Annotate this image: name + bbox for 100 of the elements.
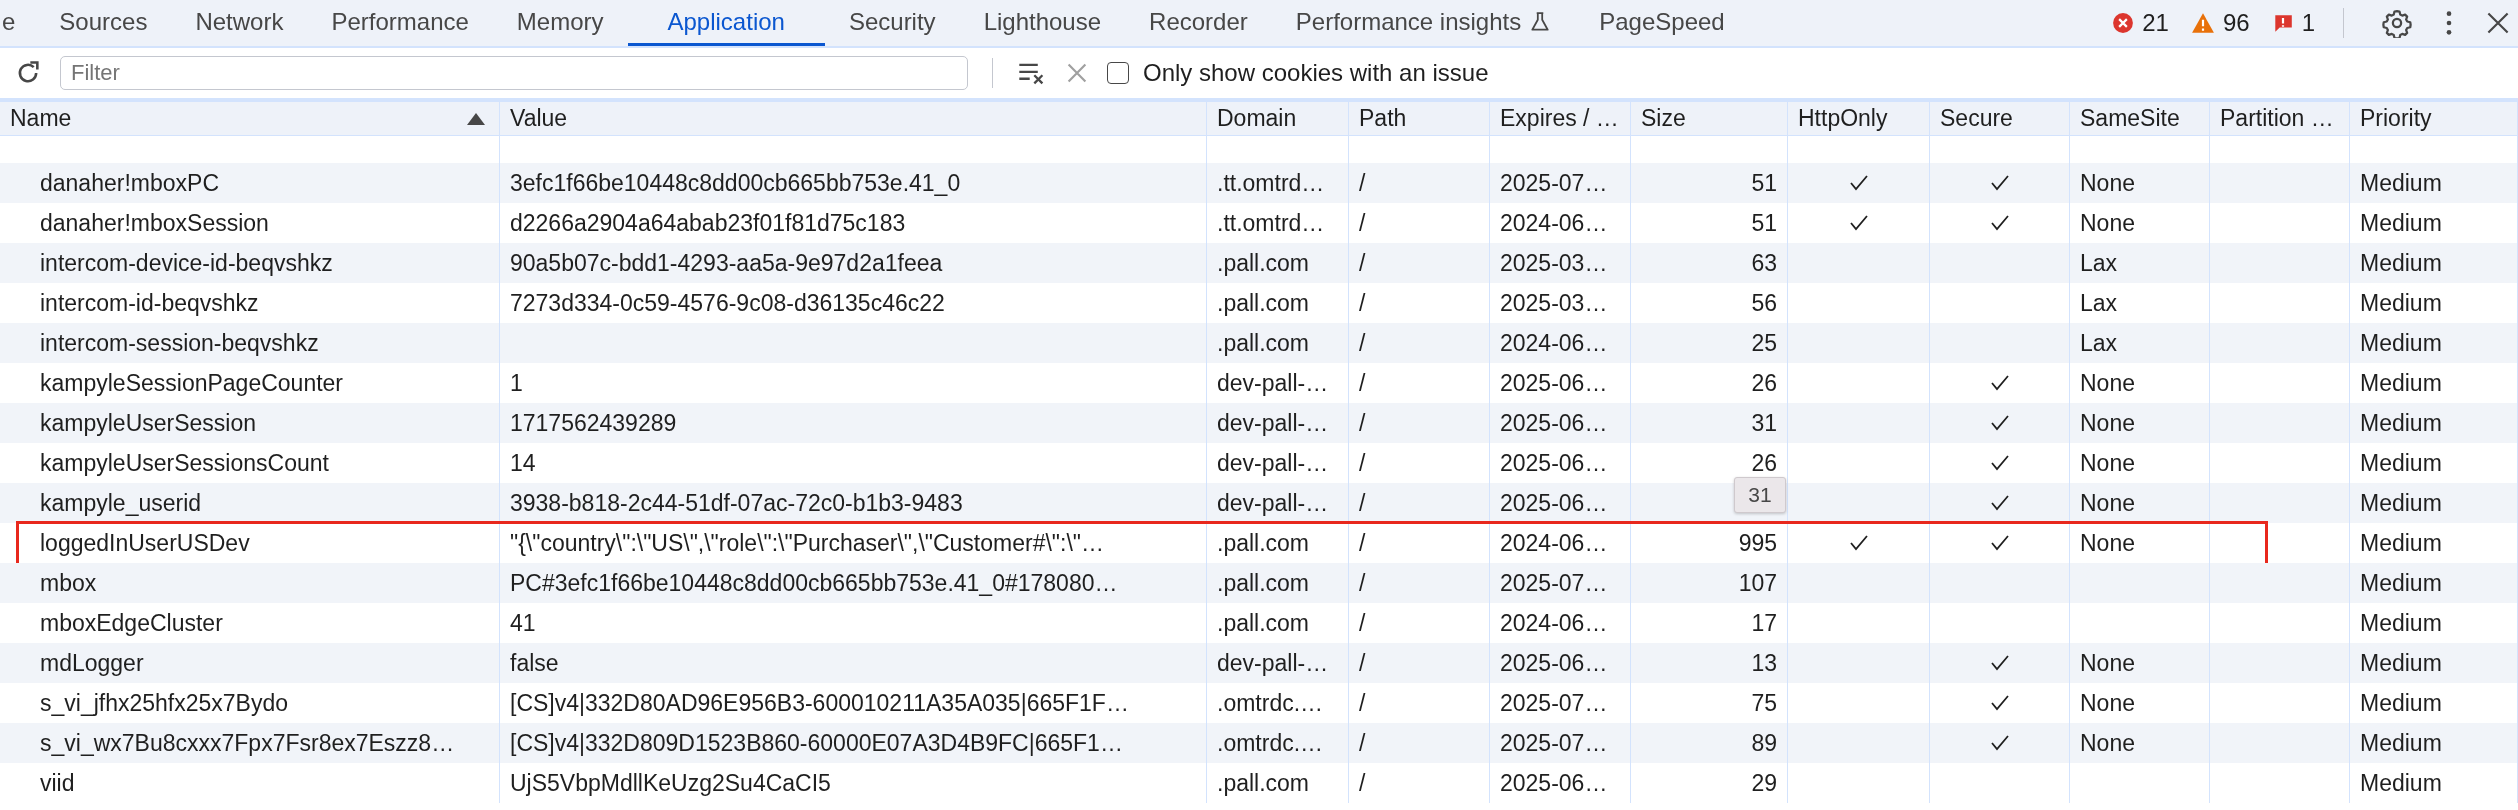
column-header[interactable]: Path [1349,102,1490,135]
cookie-name: viid [0,763,500,803]
panel-tab[interactable]: Security [824,0,960,46]
cookie-priority: Medium [2360,489,2442,517]
column-header[interactable]: Priority [2350,102,2518,135]
column-header[interactable]: Partition … [2210,102,2350,135]
issue-count: 1 [2301,9,2315,37]
cookie-domain: .pall.com [1217,769,1310,797]
cookie-expires: 2024-06… [1500,529,1608,557]
cookie-samesite: None [2080,169,2135,197]
cookie-size: 31 [1751,409,1777,437]
size-tooltip: 31 [1734,477,1786,513]
cookie-value: [CS]v4|332D809D1523B860-60000E07A3D4B9FC|665F1… [510,729,1123,757]
cookie-path: / [1359,529,1366,557]
cookie-expires: 2025-03… [1500,289,1608,317]
column-header[interactable]: Name [0,102,500,135]
cookie-value: 7273d334-0c59-4576-9c08-d36135c46c22 [510,289,945,317]
cookie-name: mbox [0,563,500,603]
more-options-icon[interactable] [2444,9,2454,37]
column-header[interactable]: SameSite [2070,102,2210,135]
cookie-priority: Medium [2360,209,2442,237]
panel-tab[interactable]: Performance insights [1271,0,1576,46]
cookie-value: 14 [510,449,536,477]
cookie-expires: 2025-06… [1500,489,1608,517]
cookie-path: / [1359,369,1366,397]
cookie-size: 51 [1751,169,1777,197]
cookie-samesite: Lax [2080,289,2118,317]
clear-icon[interactable] [1065,61,1089,85]
panel-tab[interactable]: Performance [307,0,493,46]
warning-icon [2190,12,2215,34]
table-row[interactable]: viid UjS5VbpMdllKeUzg2Su4CaCI5 .pall.com / 2025-06… 29 Medium [0,763,2518,803]
panel-tab[interactable]: Recorder [1125,0,1272,46]
issue-filter-checkbox[interactable]: Only show cookies with an issue [1107,59,1489,87]
table-row[interactable]: intercom-device-id-beqvshkz 90a5b07c-bdd1-4293-aa5a-9e97d2a1feea .pall.com / 2025-03… 63 Lax Medium [0,243,2518,283]
cookie-value: UjS5VbpMdllKeUzg2Su4CaCI5 [510,769,831,797]
cookie-samesite: None [2080,369,2135,397]
cookie-samesite: None [2080,689,2135,717]
table-row[interactable]: mbox PC#3efc1f66be10448c8dd00cb665bb753e.41_0#178080… .pall.com / 2025-07… 107 Medium [0,563,2518,603]
panel-tab[interactable]: e [0,0,36,46]
cookie-value: 3938-b818-2c44-51df-07ac-72c0-b1b3-9483 [510,489,963,517]
close-icon[interactable] [2486,11,2510,35]
cookie-expires: 2024-06… [1500,329,1608,357]
panel-tab[interactable]: PageSpeed [1575,0,1749,46]
cookie-domain: .tt.omtrd… [1217,169,1325,197]
cookie-priority: Medium [2360,409,2442,437]
settings-icon[interactable] [2382,8,2412,38]
table-row[interactable]: intercom-session-beqvshkz .pall.com / 2024-06… 25 Lax Medium [0,323,2518,363]
cookie-domain: dev-pall-… [1217,649,1329,677]
column-header[interactable]: Size [1631,102,1788,135]
cookie-path: / [1359,169,1366,197]
cookie-priority: Medium [2360,609,2442,637]
cookie-path: / [1359,489,1366,517]
cookie-expires: 2024-06… [1500,209,1608,237]
table-row[interactable]: s_vi_wx7Bu8cxxx7Fpx7Fsr8ex7Eszz8… [CS]v4|332D809D1523B860-60000E07A3D4B9FC|665F1… .omtrdc.… / 2025-07… 89 None Medium [0,723,2518,763]
column-header[interactable]: HttpOnly [1788,102,1930,135]
cookie-name: intercom-device-id-beqvshkz [0,243,500,283]
filter-field[interactable]: Filter [60,56,968,90]
cookie-value: 1717562439289 [510,409,677,437]
cookie-size: 995 [1738,529,1777,557]
cookie-priority: Medium [2360,649,2442,677]
cookie-priority: Medium [2360,369,2442,397]
column-header[interactable]: Value [500,102,1207,135]
column-header[interactable]: Domain [1207,102,1349,135]
table-row[interactable]: danaher!mboxPC 3efc1f66be10448c8dd00cb665bb753e.41_0 .tt.omtrd… / 2025-07… 51 None Medium [0,163,2518,203]
column-header[interactable]: Expires / … [1490,102,1631,135]
cookie-size: 17 [1751,609,1777,637]
cookie-expires: 2025-06… [1500,649,1608,677]
cookie-size: 26 [1751,449,1777,477]
panel-tab[interactable]: Lighthouse [959,0,1126,46]
cookie-name: s_vi_wx7Bu8cxxx7Fpx7Fsr8ex7Eszz8… [0,723,500,763]
table-row[interactable]: mdLogger false dev-pall-… / 2025-06… 13 None Medium [0,643,2518,683]
cookie-expires: 2025-06… [1500,369,1608,397]
cookie-path: / [1359,689,1366,717]
cookie-samesite: None [2080,529,2135,557]
cookie-expires: 2025-06… [1500,449,1608,477]
cookie-expires: 2025-06… [1500,769,1608,797]
cookie-name: mdLogger [0,643,500,683]
cookie-value: 3efc1f66be10448c8dd00cb665bb753e.41_0 [510,169,961,197]
panel-tab[interactable]: Sources [35,0,172,46]
cookie-path: / [1359,209,1366,237]
panel-tab[interactable]: Network [171,0,308,46]
cookie-expires: 2025-07… [1500,569,1608,597]
cookie-path: / [1359,729,1366,757]
cookie-samesite: Lax [2080,249,2118,277]
cookie-samesite: None [2080,649,2135,677]
cookie-domain: .tt.omtrd… [1217,209,1325,237]
cookie-size: 25 [1751,329,1777,357]
cookie-domain: dev-pall-… [1217,409,1329,437]
panel-tab[interactable]: Memory [492,0,628,46]
cookie-value: d2266a2904a64abab23f01f81d75c183 [510,209,906,237]
table-row[interactable]: kampyleUserSession 1717562439289 dev-pall-… / 2025-06… 31 None Medium [0,403,2518,443]
panel-tab[interactable]: Application [627,0,825,46]
cookie-path: / [1359,569,1366,597]
cookie-path: / [1359,609,1366,637]
cookie-path: / [1359,769,1366,797]
cookie-domain: .pall.com [1217,609,1310,637]
cookie-samesite: None [2080,729,2135,757]
column-header[interactable]: Secure [1930,102,2070,135]
cookie-expires: 2025-07… [1500,169,1608,197]
cookie-size: 13 [1751,649,1777,677]
